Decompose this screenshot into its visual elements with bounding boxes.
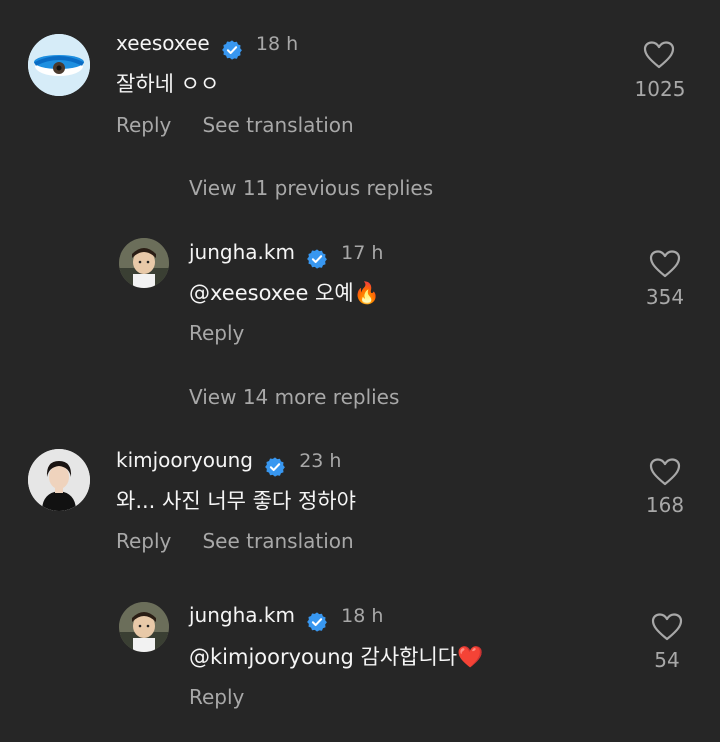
verified-badge-icon	[306, 611, 328, 633]
heart-outline-icon[interactable]	[643, 40, 675, 70]
like-count: 1025	[634, 77, 686, 101]
avatar-eye-image	[28, 34, 90, 96]
avatar-child-image	[119, 602, 169, 652]
avatar-portrait-image	[28, 449, 90, 511]
verified-badge-icon	[221, 39, 243, 61]
heart-outline-icon[interactable]	[649, 249, 681, 279]
avatar[interactable]	[28, 449, 90, 511]
reply-username[interactable]: jungha.km	[189, 603, 295, 627]
comment-username[interactable]: kimjooryoung	[116, 448, 253, 472]
comment-time: 23 h	[299, 450, 342, 472]
reply-button[interactable]: Reply	[116, 529, 171, 553]
avatar-child-image	[119, 238, 169, 288]
comment-text: 와... 사진 너무 좋다 정하야	[116, 489, 356, 513]
reply-time: 18 h	[341, 605, 384, 627]
heart-outline-icon[interactable]	[651, 612, 683, 642]
verified-badge-icon	[306, 248, 328, 270]
like-count: 354	[645, 285, 685, 309]
reply-text: @xeesoxee 오예🔥	[189, 281, 380, 305]
comment-username[interactable]: xeesoxee	[116, 31, 210, 55]
comment-time: 18 h	[255, 33, 299, 55]
see-translation-button[interactable]: See translation	[202, 113, 353, 137]
avatar[interactable]	[28, 34, 90, 96]
reply-text: @kimjooryoung 감사합니다❤️	[189, 645, 484, 669]
reply-button[interactable]: Reply	[189, 321, 244, 345]
avatar[interactable]	[119, 238, 169, 288]
reply-button[interactable]: Reply	[116, 113, 171, 137]
avatar[interactable]	[119, 602, 169, 652]
heart-outline-icon[interactable]	[649, 457, 681, 487]
comment-text: 잘하네 ㅇㅇ	[116, 72, 220, 96]
reply-username[interactable]: jungha.km	[189, 240, 295, 264]
like-count: 54	[654, 648, 680, 672]
view-previous-replies-button[interactable]: View 11 previous replies	[189, 176, 433, 200]
like-count: 168	[645, 493, 685, 517]
reply-time: 17 h	[341, 242, 384, 264]
view-more-replies-button[interactable]: View 14 more replies	[189, 385, 399, 409]
reply-button[interactable]: Reply	[189, 685, 244, 709]
verified-badge-icon	[264, 456, 286, 478]
see-translation-button[interactable]: See translation	[202, 529, 353, 553]
